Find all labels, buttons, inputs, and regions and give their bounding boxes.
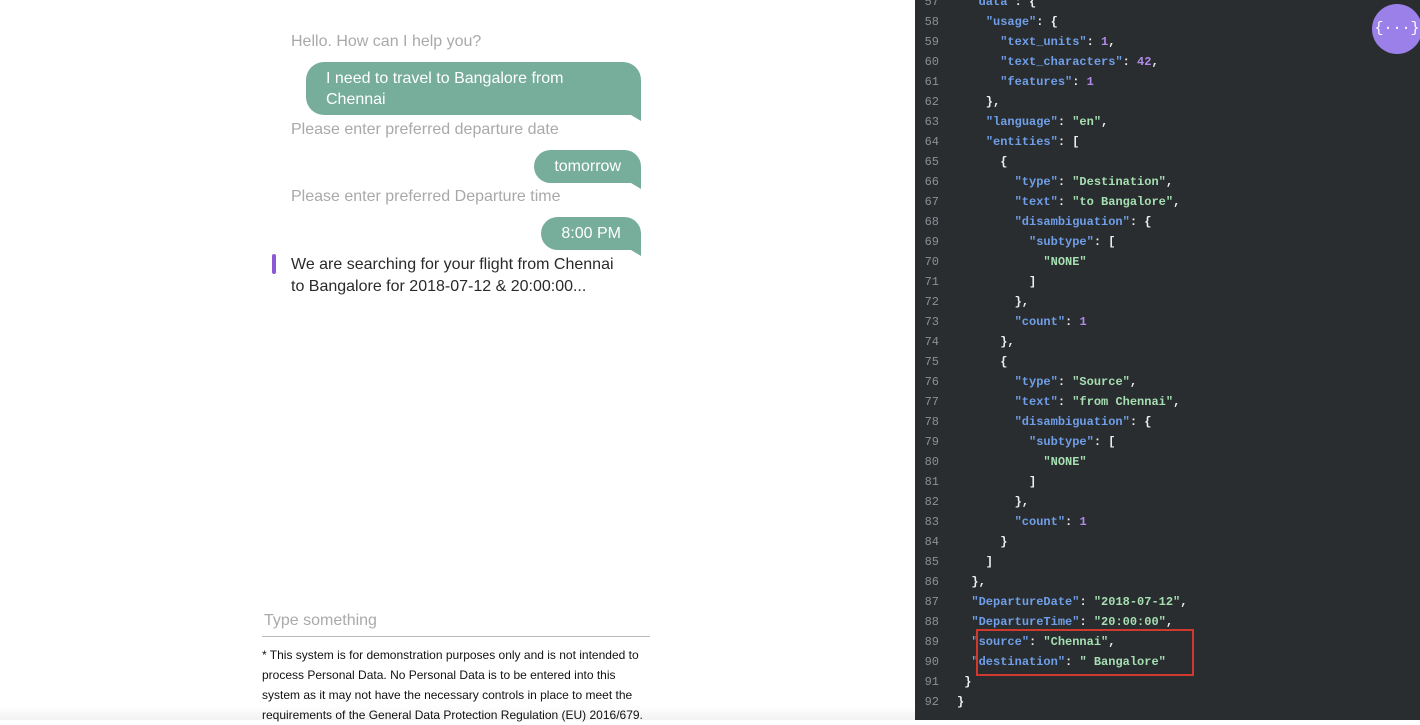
line-number: 68 — [924, 215, 939, 229]
code-text: ] — [957, 475, 1037, 489]
line-number: 81 — [924, 475, 939, 489]
line-number: 65 — [924, 155, 939, 169]
line-number: 83 — [924, 515, 939, 529]
code-text: "subtype": [ — [1029, 435, 1116, 449]
user-message: I need to travel to Bangalore from Chenn… — [306, 62, 641, 115]
user-message: tomorrow — [534, 150, 641, 183]
line-number: 82 — [924, 495, 939, 509]
line-number: 76 — [924, 375, 939, 389]
user-message: 8:00 PM — [541, 217, 641, 250]
line-number: 86 — [924, 575, 939, 589]
code-text: } — [957, 675, 972, 689]
line-number: 87 — [924, 595, 939, 609]
code-text: }, — [957, 335, 1015, 349]
line-number: 75 — [924, 355, 939, 369]
code-text: "language": "en", — [985, 115, 1109, 129]
chat-panel: Hello. How can I help you? I need to tra… — [0, 0, 915, 722]
code-text: "text_characters": 42, — [1000, 55, 1159, 69]
bottom-shadow — [0, 706, 915, 720]
line-number: 57 — [924, 0, 939, 9]
typing-indicator-bar — [272, 254, 276, 274]
line-number: 72 — [924, 295, 939, 309]
line-number: 60 — [924, 55, 939, 69]
code-text: { — [957, 155, 1008, 169]
line-number: 84 — [924, 535, 939, 549]
code-text: "subtype": [ — [1029, 235, 1116, 249]
code-text: "usage": { — [985, 15, 1058, 29]
line-number: 73 — [924, 315, 939, 329]
line-number: 58 — [924, 15, 939, 29]
line-number: 79 — [924, 435, 939, 449]
code-text: }, — [957, 495, 1030, 509]
line-number: 71 — [924, 275, 939, 289]
json-viewer[interactable]: 57 "data": { 58 "usage": { 59 "text_units"… — [915, 0, 1420, 720]
code-text: "count": 1 — [1014, 515, 1087, 529]
line-number: 77 — [924, 395, 939, 409]
code-text: } — [957, 695, 965, 709]
line-number: 80 — [924, 455, 939, 469]
bot-message: Please enter preferred Departure time — [291, 188, 561, 205]
line-number: 69 — [924, 235, 939, 249]
code-text: "type": "Destination", — [1014, 175, 1174, 189]
line-number: 90 — [924, 655, 939, 669]
message-input[interactable] — [262, 606, 650, 637]
line-number: 91 — [924, 675, 939, 689]
bot-message: We are searching for your flight from Ch… — [291, 256, 614, 295]
bot-message: Please enter preferred departure date — [291, 121, 559, 138]
code-text: "NONE" — [1043, 255, 1087, 269]
line-number: 88 — [924, 615, 939, 629]
line-number: 62 — [924, 95, 939, 109]
line-number: 64 — [924, 135, 939, 149]
line-number: 67 — [924, 195, 939, 209]
line-number: 61 — [924, 75, 939, 89]
code-text: ] — [957, 555, 994, 569]
code-text: "text_units": 1, — [1000, 35, 1116, 49]
json-toggle-button[interactable]: {···} — [1372, 4, 1420, 54]
line-number: 66 — [924, 175, 939, 189]
code-text: ] — [957, 275, 1037, 289]
code-text: "count": 1 — [1014, 315, 1087, 329]
code-text: }, — [957, 95, 1001, 109]
line-number: 70 — [924, 255, 939, 269]
code-text: "NONE" — [1043, 455, 1087, 469]
line-number: 74 — [924, 335, 939, 349]
code-text: "disambiguation": { — [1014, 415, 1152, 429]
code-text: "text": "from Chennai", — [1014, 395, 1181, 409]
code-text: "disambiguation": { — [1014, 215, 1152, 229]
code-text: "text": "to Bangalore", — [1014, 195, 1181, 209]
highlight-box — [976, 629, 1194, 676]
code-text: }, — [957, 575, 986, 589]
code-text: } — [957, 535, 1008, 549]
bot-message: Hello. How can I help you? — [291, 33, 482, 50]
line-number: 78 — [924, 415, 939, 429]
code-text: "entities": [ — [985, 135, 1080, 149]
code-text: "data": { — [971, 0, 1037, 9]
line-number: 63 — [924, 115, 939, 129]
code-text: }, — [957, 295, 1030, 309]
code-text: "features": 1 — [1000, 75, 1094, 89]
code-text: { — [957, 355, 1008, 369]
line-number: 89 — [924, 635, 939, 649]
line-number: 92 — [924, 695, 939, 709]
code-text: "DepartureDate": "2018-07-12", — [971, 595, 1188, 609]
line-number: 59 — [924, 35, 939, 49]
line-number: 85 — [924, 555, 939, 569]
code-text: "type": "Source", — [1014, 375, 1138, 389]
